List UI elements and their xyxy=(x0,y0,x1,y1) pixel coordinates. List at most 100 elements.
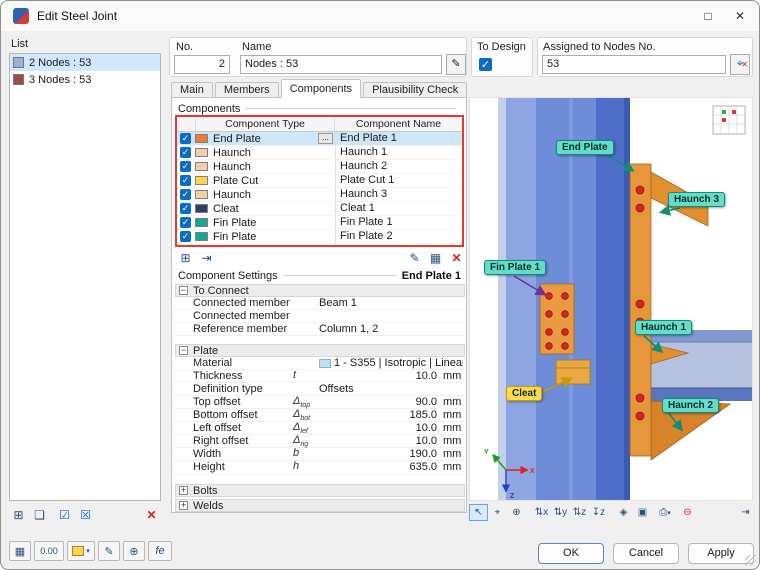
joint-scheme-icon[interactable] xyxy=(712,105,746,135)
component-name-cell[interactable]: Plate Cut 1 xyxy=(335,174,462,187)
close-button[interactable]: ✕ xyxy=(723,2,757,30)
check-all-button[interactable]: ☑ xyxy=(55,506,74,524)
tab-main[interactable]: Main xyxy=(171,82,213,98)
table-row[interactable]: ✓ Cleat Cleat 1 xyxy=(177,202,462,216)
import-component-button[interactable]: ⇥ xyxy=(197,250,216,266)
row-checkbox[interactable]: ✓ xyxy=(180,147,191,158)
value-cell[interactable]: Offsets xyxy=(319,383,465,395)
value-cell[interactable]: 635.0 xyxy=(319,461,439,473)
view-y-button[interactable]: ⇅y xyxy=(551,504,570,521)
component-type-cell[interactable]: Haunch xyxy=(208,189,335,201)
zoom-out-button[interactable]: ⊖ xyxy=(678,504,697,521)
assigned-nodes-field[interactable]: 53 xyxy=(542,55,726,74)
solid-view-button[interactable]: ▣ xyxy=(633,504,652,521)
group-bolts[interactable]: + Bolts xyxy=(175,484,465,497)
component-name-cell[interactable]: Haunch 2 xyxy=(335,160,462,173)
table-row[interactable]: ✓ Haunch Haunch 3 xyxy=(177,188,462,202)
group-to-connect[interactable]: − To Connect xyxy=(175,284,465,297)
tab-members[interactable]: Members xyxy=(214,82,279,98)
list-item[interactable]: 2 Nodes : 53 xyxy=(10,54,160,71)
ok-button[interactable]: OK xyxy=(538,543,604,564)
coordinate-system-button[interactable]: ⌖ xyxy=(488,504,507,521)
wizard-button[interactable]: ✎ xyxy=(405,250,424,266)
resize-grip[interactable] xyxy=(745,555,756,566)
list-item[interactable]: 3 Nodes : 53 xyxy=(10,71,160,88)
fin-plate-part[interactable] xyxy=(539,283,575,355)
value-cell[interactable]: 10.0 xyxy=(319,370,439,382)
maximize-button[interactable]: □ xyxy=(691,2,725,30)
component-type-cell[interactable]: Haunch xyxy=(208,147,335,159)
table-row[interactable]: ✓ Fin Plate Fin Plate 2 xyxy=(177,230,462,244)
component-name-cell[interactable]: End Plate 1 xyxy=(335,132,462,145)
component-name-cell[interactable]: Fin Plate 1 xyxy=(335,216,462,229)
row-checkbox[interactable]: ✓ xyxy=(180,189,191,200)
name-field[interactable]: Nodes : 53 xyxy=(240,55,442,74)
expand-icon[interactable]: + xyxy=(179,486,188,495)
expand-icon[interactable]: + xyxy=(179,501,188,510)
value-cell[interactable]: 90.0 xyxy=(319,396,439,408)
color-swatch-button[interactable]: ▾ xyxy=(67,541,95,561)
cancel-button[interactable]: Cancel xyxy=(613,543,679,564)
view-minus-z-button[interactable]: ↧z xyxy=(589,504,608,521)
pick-nodes-button[interactable]: ⌖ ✕ xyxy=(730,54,750,75)
collapse-icon[interactable]: − xyxy=(179,346,188,355)
table-row[interactable]: ✓ Fin Plate Fin Plate 1 xyxy=(177,216,462,230)
insert-component-button[interactable]: ⊞ xyxy=(176,250,195,266)
value-cell[interactable]: 185.0 xyxy=(319,409,439,421)
value-cell[interactable]: Column 1, 2 xyxy=(319,323,465,335)
component-name-cell[interactable]: Cleat 1 xyxy=(335,202,462,215)
table-row[interactable]: ✓ Plate Cut Plate Cut 1 xyxy=(177,174,462,188)
component-type-cell[interactable]: Fin Plate xyxy=(208,231,335,243)
component-name-cell[interactable]: Fin Plate 2 xyxy=(335,230,462,243)
component-type-cell[interactable]: End Plate xyxy=(208,133,318,145)
row-checkbox[interactable]: ✓ xyxy=(180,217,191,228)
view-x-button[interactable]: ⇅x xyxy=(532,504,551,521)
value-cell[interactable]: 10.0 xyxy=(319,422,439,434)
print-button[interactable]: ⎙▾ xyxy=(652,504,678,521)
component-type-cell[interactable]: Haunch xyxy=(208,161,335,173)
globe-button[interactable]: ⊕ xyxy=(123,541,145,561)
beam-part[interactable] xyxy=(650,330,753,401)
component-type-cell[interactable]: Plate Cut xyxy=(208,175,335,187)
units-button[interactable]: fe xyxy=(148,541,172,561)
table-row[interactable]: ✓ End Plate ... End Plate 1 xyxy=(177,132,462,146)
table-row[interactable]: ✓ Haunch Haunch 1 xyxy=(177,146,462,160)
component-name-cell[interactable]: Haunch 3 xyxy=(335,188,462,201)
tab-components[interactable]: Components xyxy=(280,79,362,98)
value-cell[interactable]: 10.0 xyxy=(319,435,439,447)
group-welds[interactable]: + Welds xyxy=(175,499,465,512)
copy-joint-button[interactable]: ❏ xyxy=(30,506,49,524)
component-type-cell[interactable]: Cleat xyxy=(208,203,335,215)
display-properties-button[interactable]: ✎ xyxy=(98,541,120,561)
no-field[interactable]: 2 xyxy=(174,55,230,74)
table-row[interactable]: ✓ Haunch Haunch 2 xyxy=(177,160,462,174)
value-cell[interactable]: 1 - S355 | Isotropic | Linear ... xyxy=(319,357,465,369)
zoom-mode-button[interactable]: ⊕ xyxy=(507,504,526,521)
view-z-button[interactable]: ⇅z xyxy=(570,504,589,521)
export-view-button[interactable]: ⇥ xyxy=(736,504,755,521)
ellipsis-button[interactable]: ... xyxy=(318,133,333,144)
cleat-part[interactable] xyxy=(555,359,591,385)
row-checkbox[interactable]: ✓ xyxy=(180,161,191,172)
select-mode-button[interactable]: ↖ xyxy=(469,503,488,521)
table-settings-button[interactable]: ▦ xyxy=(9,541,31,561)
component-name-cell[interactable]: Haunch 1 xyxy=(335,146,462,159)
collapse-icon[interactable]: − xyxy=(179,286,188,295)
row-checkbox[interactable]: ✓ xyxy=(180,133,191,144)
group-plate[interactable]: − Plate xyxy=(175,344,465,357)
row-checkbox[interactable]: ✓ xyxy=(180,231,191,242)
value-cell[interactable]: 190.0 xyxy=(319,448,439,460)
row-checkbox[interactable]: ✓ xyxy=(180,203,191,214)
tab-plausibility-check[interactable]: Plausibility Check xyxy=(363,82,468,98)
to-design-checkbox[interactable]: ✓ xyxy=(479,58,492,71)
joint-3d-viewport[interactable]: X Y Z End Plate Haunch 3 Fin Plate 1 Hau… xyxy=(469,97,753,501)
new-joint-button[interactable]: ⊞ xyxy=(9,506,28,524)
delete-component-button[interactable]: ✕ xyxy=(447,250,466,266)
decimal-places-button[interactable]: 0.00 xyxy=(34,541,64,561)
edit-name-button[interactable]: ✎ xyxy=(446,54,466,75)
isometric-view-button[interactable]: ◈ xyxy=(614,504,633,521)
save-template-button[interactable]: ▦ xyxy=(426,250,445,266)
value-cell[interactable]: Beam 1 xyxy=(319,297,465,309)
delete-joint-button[interactable]: ✕ xyxy=(142,506,161,524)
uncheck-all-button[interactable]: ☒ xyxy=(76,506,95,524)
